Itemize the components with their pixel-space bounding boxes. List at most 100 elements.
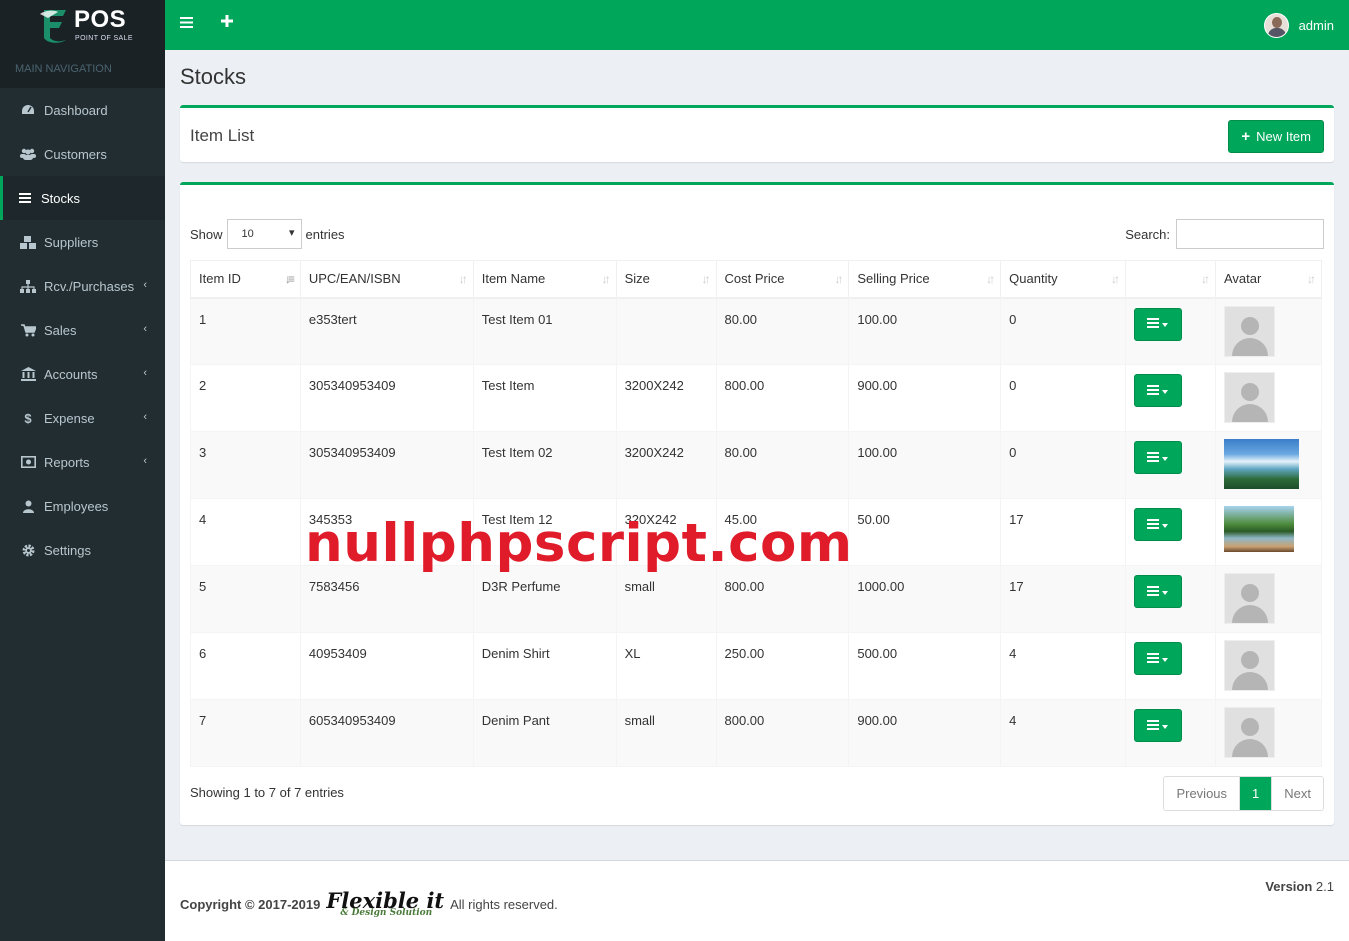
col-item-name[interactable]: Item Name ↓↑ [472, 260, 617, 299]
cell-qty: 0 [1000, 364, 1127, 432]
col-upc[interactable]: UPC/EAN/ISBN ↓↑ [299, 260, 474, 299]
search-input[interactable] [1176, 219, 1324, 249]
row-actions-button[interactable] [1134, 709, 1183, 742]
cell-avatar [1214, 431, 1323, 499]
cell-id: 1 [190, 297, 301, 365]
gear-icon [20, 544, 36, 557]
sidebar-item-label: Dashboard [44, 102, 108, 118]
cell-actions [1125, 632, 1216, 700]
cell-sell: 900.00 [848, 364, 1002, 432]
row-actions-button[interactable] [1134, 642, 1183, 675]
sidebar-item-stocks[interactable]: Stocks [0, 176, 165, 220]
cell-cost: 800.00 [715, 699, 850, 767]
sidebar-item-accounts[interactable]: Accounts ‹ [0, 352, 165, 396]
brand-mark-icon [40, 10, 66, 43]
dashboard-icon [20, 104, 36, 116]
col-selling-price[interactable]: Selling Price ↓↑ [848, 260, 1002, 299]
sidebar-item-expense[interactable]: $ Expense ‹ [0, 396, 165, 440]
copyright-text: Copyright © 2017-2019 [180, 897, 321, 912]
table-row: 5 7583456 D3R Perfume small 800.00 1000.00 17 [190, 565, 1323, 633]
row-actions-button[interactable] [1134, 575, 1183, 608]
next-button[interactable]: Next [1271, 777, 1323, 810]
col-item-id[interactable]: Item ID ↓≡ [190, 260, 301, 299]
col-label: Cost Price [724, 271, 785, 287]
company-logo[interactable]: Flexible it & Design Solution [326, 888, 444, 918]
cell-sell: 50.00 [848, 498, 1002, 566]
sidebar-item-label: Stocks [41, 190, 81, 206]
footer: Copyright © 2017-2019 Flexible it & Desi… [165, 860, 1349, 941]
user-menu[interactable]: admin [1263, 13, 1334, 38]
row-actions-button[interactable] [1134, 374, 1183, 407]
cubes-icon [20, 235, 36, 249]
sidebar-item-sales[interactable]: Sales ‹ [0, 308, 165, 352]
brand-subtitle: POINT OF SALE [75, 35, 133, 42]
sidebar-item-suppliers[interactable]: Suppliers [0, 220, 165, 264]
sidebar-item-settings[interactable]: Settings [0, 528, 165, 572]
sidebar-item-reports[interactable]: Reports ‹ [0, 440, 165, 484]
show-label: Show [190, 226, 223, 242]
col-label: Avatar [1223, 271, 1262, 287]
waterfall-photo-image [1223, 439, 1299, 489]
entries-select-value: 10 [241, 228, 254, 240]
sidebar-item-label: Rcv./Purchases [44, 278, 135, 294]
table-row: 3 305340953409 Test Item 02 3200X242 80.00 10… [190, 431, 1323, 499]
table-row: 6 40953409 Denim Shirt XL 250.00 500.00 4 [190, 632, 1323, 700]
sitemap-icon [20, 279, 36, 293]
copyright: Copyright © 2017-2019 Flexible it & Desi… [180, 888, 558, 918]
row-actions-button[interactable] [1134, 508, 1183, 541]
cell-actions [1125, 498, 1216, 566]
rights-text: All rights reserved. [450, 897, 558, 912]
list-dropdown-icon [1147, 384, 1169, 395]
sidebar: POS POINT OF SALE MAIN NAVIGATION Dashbo… [0, 0, 165, 941]
sidebar-item-customers[interactable]: Customers [0, 132, 165, 176]
col-size[interactable]: Size ↓↑ [615, 260, 717, 299]
sort-icon: ↓↑ [834, 272, 843, 286]
bank-icon [20, 367, 36, 381]
cell-avatar [1214, 565, 1323, 633]
search-control: Search: [1125, 219, 1324, 249]
col-label: Selling Price [857, 271, 930, 287]
col-actions[interactable]: ↓↑ [1125, 260, 1216, 299]
page-title: Stocks [180, 64, 247, 89]
cell-avatar [1214, 632, 1323, 700]
row-actions-button[interactable] [1134, 307, 1183, 341]
previous-button[interactable]: Previous [1164, 777, 1240, 810]
avatar-placeholder-image [1223, 640, 1275, 691]
page-button-current[interactable]: 1 [1239, 777, 1272, 810]
col-avatar[interactable]: Avatar ↓↑ [1214, 260, 1323, 299]
sidebar-item-purchases[interactable]: Rcv./Purchases ‹ [0, 264, 165, 308]
brand-logo[interactable]: POS POINT OF SALE [0, 0, 165, 50]
item-list-box: Item List + New Item [180, 105, 1334, 162]
sidebar-item-dashboard[interactable]: Dashboard [0, 88, 165, 132]
chevron-left-icon: ‹ [143, 455, 147, 467]
col-label: UPC/EAN/ISBN [308, 271, 401, 287]
chevron-left-icon: ‹ [143, 411, 147, 423]
watermark: nullphpscript.com [305, 513, 853, 574]
plus-icon[interactable] [221, 14, 233, 32]
menu-toggle-icon[interactable] [180, 15, 193, 33]
pagination: Previous 1 Next [1163, 776, 1324, 811]
list-dropdown-icon [1147, 451, 1169, 462]
lake-photo-image [1223, 506, 1294, 552]
entries-select[interactable]: 10 [226, 219, 302, 249]
sidebar-item-label: Expense [44, 410, 95, 426]
cell-upc: 305340953409 [299, 431, 474, 499]
sidebar-item-label: Employees [44, 498, 109, 514]
col-quantity[interactable]: Quantity ↓↑ [1000, 260, 1127, 299]
box-title: Item List [190, 126, 255, 145]
col-label: Quantity [1009, 271, 1058, 287]
avatar-placeholder-image [1223, 707, 1275, 758]
chevron-left-icon: ‹ [143, 279, 147, 291]
cell-sell: 100.00 [848, 431, 1002, 499]
row-actions-button[interactable] [1134, 441, 1183, 474]
cell-upc: 7583456 [299, 565, 474, 633]
col-cost-price[interactable]: Cost Price ↓↑ [715, 260, 850, 299]
sort-icon: ↓↑ [986, 272, 995, 286]
cell-sell: 500.00 [848, 632, 1002, 700]
cell-id: 4 [190, 498, 301, 566]
sidebar-item-label: Sales [44, 322, 77, 338]
col-label: Size [624, 271, 650, 287]
sidebar-item-employees[interactable]: Employees [0, 484, 165, 528]
new-item-button[interactable]: + New Item [1228, 120, 1324, 153]
version-label: Version [1265, 879, 1313, 894]
